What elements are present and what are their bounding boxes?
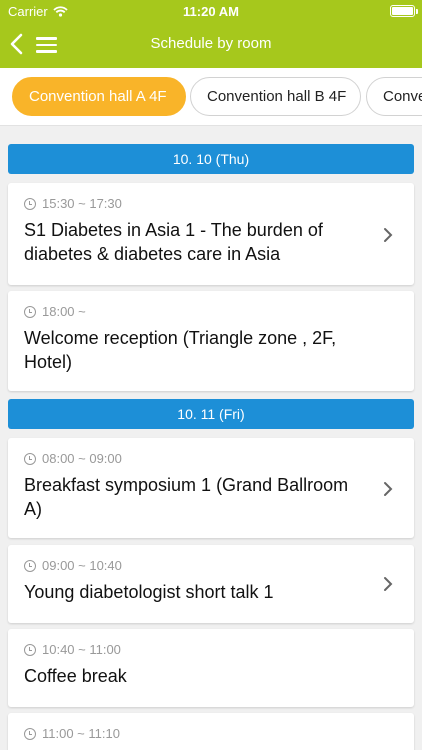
session-item[interactable]: 08:00 ~ 09:00 Breakfast symposium 1 (Gra… [8,438,414,538]
session-time: 15:30 ~ 17:30 [42,196,122,211]
session-item[interactable]: 10:40 ~ 11:00 Coffee break [8,629,414,707]
chevron-right-icon [384,228,393,242]
date-header: 10. 11 (Fri) [8,399,414,429]
session-item[interactable]: 11:00 ~ 11:10 [8,713,414,750]
tab-convention-hall-b[interactable]: Convention hall B 4F [190,77,361,116]
clock-icon [24,643,36,656]
battery-icon [390,5,418,17]
clock-icon [24,452,36,465]
clock-icon [24,559,36,572]
tab-label: Convention hall B 4F [207,88,347,105]
navbar: Schedule by room [0,22,422,68]
session-item[interactable]: 09:00 ~ 10:40 Young diabetologist short … [8,545,414,623]
chevron-right-icon [384,482,393,496]
session-time: 11:00 ~ 11:10 [42,726,120,741]
clock-icon [24,305,36,318]
date-header: 10. 10 (Thu) [8,144,414,174]
clock-icon [24,727,36,740]
chevron-right-icon [384,577,393,591]
room-tabs: Convention hall A 4F Convention hall B 4… [0,68,422,126]
clock-icon [24,197,36,210]
session-title: Breakfast symposium 1 (Grand Ballroom A) [24,475,349,519]
session-time: 09:00 ~ 10:40 [42,558,122,573]
tab-label: Convention hall A 4F [29,88,167,105]
tab-convention-hall-a[interactable]: Convention hall A 4F [12,77,186,116]
session-time: 08:00 ~ 09:00 [42,451,122,466]
session-title: Young diabetologist short talk 1 [24,582,274,602]
session-item[interactable]: 15:30 ~ 17:30 S1 Diabetes in Asia 1 - Th… [8,183,414,285]
session-item[interactable]: 18:00 ~ Welcome reception (Triangle zone… [8,291,414,391]
session-title: S1 Diabetes in Asia 1 - The burden of di… [24,220,323,264]
tab-convention-hall-c[interactable]: Convention hall C 4F [366,77,422,116]
tab-label: Convention hall C 4F [383,88,422,105]
clock-time: 11:20 AM [183,4,239,19]
session-time: 18:00 ~ [42,304,86,319]
status-bar: Carrier 11:20 AM [0,0,422,22]
header: Carrier 11:20 AM Schedule by room [0,0,422,68]
session-time: 10:40 ~ 11:00 [42,642,121,657]
session-title: Coffee break [24,666,127,686]
page-title: Schedule by room [150,35,272,52]
session-title: Welcome reception (Triangle zone , 2F, H… [24,328,337,372]
